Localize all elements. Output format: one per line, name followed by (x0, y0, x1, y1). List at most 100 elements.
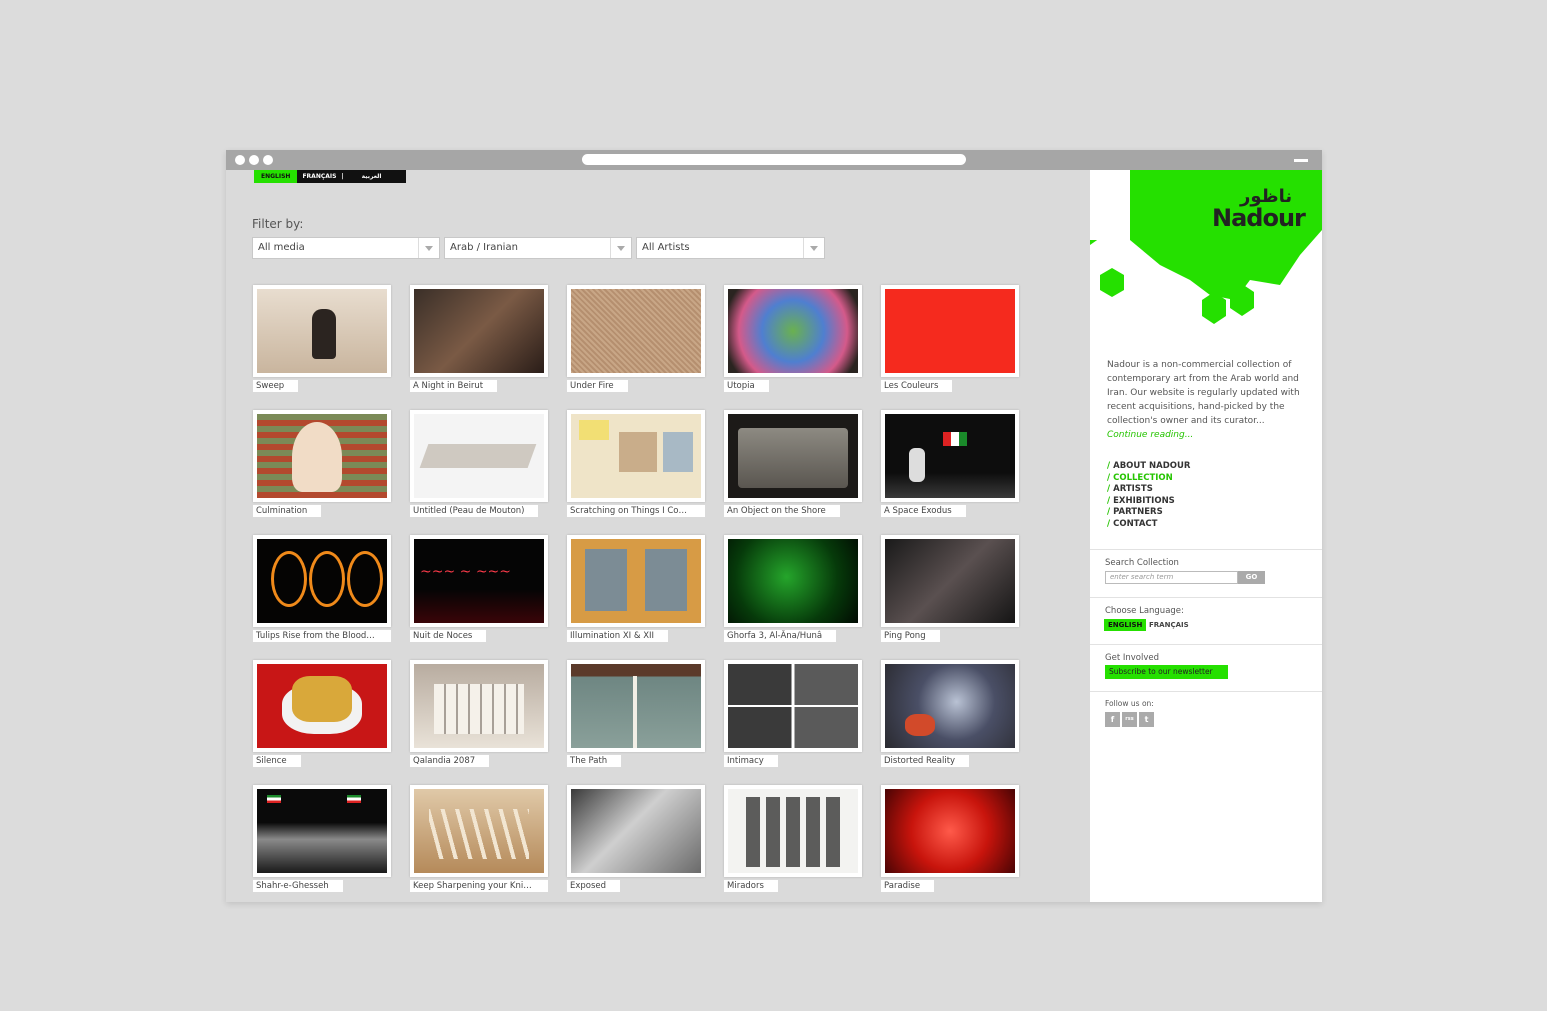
artwork-tile[interactable]: Paradise (881, 785, 1019, 896)
artwork-thumbnail[interactable] (567, 285, 705, 377)
artwork-thumbnail[interactable] (567, 410, 705, 502)
artwork-tile[interactable]: Intimacy (724, 660, 862, 771)
nav-item-contact[interactable]: / CONTACT (1107, 519, 1190, 531)
artwork-thumbnail[interactable] (253, 535, 391, 627)
artwork-caption[interactable]: Paradise (881, 880, 935, 892)
search-go-button[interactable]: GO (1238, 571, 1265, 584)
sidebar-lang-french[interactable]: FRANÇAIS (1145, 619, 1193, 631)
artwork-tile[interactable]: An Object on the Shore (724, 410, 862, 521)
logo-latin-text[interactable]: Nadour (1212, 204, 1306, 232)
artwork-caption[interactable]: Illumination XI & XII (567, 630, 669, 642)
nav-item-partners[interactable]: / PARTNERS (1107, 507, 1190, 519)
artwork-caption[interactable]: An Object on the Shore (724, 505, 840, 517)
artwork-tile[interactable]: Sweep (253, 285, 391, 396)
artwork-thumbnail[interactable] (724, 660, 862, 752)
region-filter-select[interactable]: Arab / Iranian (444, 237, 632, 259)
artwork-tile[interactable]: Miradors (724, 785, 862, 896)
sidebar-lang-english[interactable]: ENGLISH (1104, 619, 1147, 631)
media-filter-select[interactable]: All media (252, 237, 440, 259)
artwork-tile[interactable]: A Space Exodus (881, 410, 1019, 521)
lang-arabic-link[interactable]: العربية (344, 173, 387, 180)
window-minimize-dot[interactable] (249, 155, 259, 165)
artwork-thumbnail[interactable]: ~~~ ~ ~~~ (410, 535, 548, 627)
artwork-caption[interactable]: The Path (567, 755, 622, 767)
artwork-thumbnail[interactable] (253, 785, 391, 877)
artwork-tile[interactable]: Shahr-e-Ghesseh (253, 785, 391, 896)
artwork-tile[interactable]: Keep Sharpening your Knife an... (410, 785, 548, 896)
artwork-thumbnail[interactable] (567, 660, 705, 752)
window-close-dot[interactable] (235, 155, 245, 165)
nav-item-artists[interactable]: / ARTISTS (1107, 484, 1190, 496)
artwork-thumbnail[interactable] (724, 785, 862, 877)
artwork-caption[interactable]: Distorted Reality (881, 755, 970, 767)
address-bar[interactable] (582, 154, 966, 165)
lang-english-link[interactable]: ENGLISH (254, 170, 298, 183)
artwork-thumbnail[interactable] (410, 785, 548, 877)
twitter-icon[interactable]: t (1139, 712, 1154, 727)
artwork-caption[interactable]: Nuit de Noces (410, 630, 487, 642)
artwork-caption[interactable]: Keep Sharpening your Knife an... (410, 880, 548, 892)
artwork-tile[interactable]: Ping Pong (881, 535, 1019, 646)
artwork-caption[interactable]: Les Couleurs (881, 380, 953, 392)
artwork-caption[interactable]: A Space Exodus (881, 505, 966, 517)
artwork-tile[interactable]: Exposed (567, 785, 705, 896)
artwork-caption[interactable]: Under Fire (567, 380, 628, 392)
artwork-caption[interactable]: Scratching on Things I Could Di... (567, 505, 705, 517)
newsletter-button[interactable]: Subscribe to our newsletter (1105, 665, 1228, 679)
artwork-tile[interactable]: Qalandia 2087 (410, 660, 548, 771)
artwork-tile[interactable]: Culmination (253, 410, 391, 521)
artwork-thumbnail[interactable] (410, 285, 548, 377)
artwork-caption[interactable]: Ghorfa 3, Al-Âna/Hunâ (724, 630, 837, 642)
artwork-thumbnail[interactable] (881, 660, 1019, 752)
artwork-thumbnail[interactable] (253, 660, 391, 752)
artwork-thumbnail[interactable] (410, 660, 548, 752)
rss-icon[interactable]: rss (1122, 712, 1137, 727)
nav-item-about[interactable]: / ABOUT NADOUR (1107, 461, 1190, 473)
artwork-thumbnail[interactable] (253, 410, 391, 502)
artwork-thumbnail[interactable] (724, 285, 862, 377)
artwork-tile[interactable]: A Night in Beirut (410, 285, 548, 396)
artwork-caption[interactable]: A Night in Beirut (410, 380, 498, 392)
nav-item-exhibitions[interactable]: / EXHIBITIONS (1107, 496, 1190, 508)
artwork-tile[interactable]: Silence (253, 660, 391, 771)
artwork-thumbnail[interactable] (881, 410, 1019, 502)
continue-reading-link[interactable]: Continue reading... (1107, 428, 1303, 442)
lang-french-link[interactable]: FRANÇAIS (297, 173, 341, 180)
artwork-caption[interactable]: Ping Pong (881, 630, 940, 642)
artwork-tile[interactable]: Ghorfa 3, Al-Âna/Hunâ (724, 535, 862, 646)
artwork-thumbnail[interactable] (567, 785, 705, 877)
artwork-tile[interactable]: Scratching on Things I Could Di... (567, 410, 705, 521)
search-input[interactable]: enter search term (1105, 571, 1238, 584)
artwork-tile[interactable]: Les Couleurs (881, 285, 1019, 396)
facebook-icon[interactable]: f (1105, 712, 1120, 727)
artwork-caption[interactable]: Untitled (Peau de Mouton) (410, 505, 539, 517)
artwork-tile[interactable]: Tulips Rise from the Blood of t... (253, 535, 391, 646)
artwork-tile[interactable]: Untitled (Peau de Mouton) (410, 410, 548, 521)
artwork-caption[interactable]: Intimacy (724, 755, 778, 767)
artwork-thumbnail[interactable] (724, 410, 862, 502)
artwork-thumbnail[interactable] (881, 785, 1019, 877)
artwork-tile[interactable]: Distorted Reality (881, 660, 1019, 771)
artwork-thumbnail[interactable] (881, 535, 1019, 627)
artwork-tile[interactable]: Utopia (724, 285, 862, 396)
artwork-thumbnail[interactable] (253, 285, 391, 377)
artwork-thumbnail[interactable] (410, 410, 548, 502)
artwork-caption[interactable]: Exposed (567, 880, 621, 892)
artists-filter-select[interactable]: All Artists (636, 237, 825, 259)
artwork-thumbnail[interactable] (881, 285, 1019, 377)
artwork-caption[interactable]: Miradors (724, 880, 778, 892)
artwork-caption[interactable]: Silence (253, 755, 301, 767)
artwork-caption[interactable]: Shahr-e-Ghesseh (253, 880, 343, 892)
artwork-tile[interactable]: Illumination XI & XII (567, 535, 705, 646)
nav-item-collection[interactable]: / COLLECTION (1107, 473, 1190, 485)
artwork-tile[interactable]: The Path (567, 660, 705, 771)
artwork-caption[interactable]: Tulips Rise from the Blood of t... (253, 630, 391, 642)
minimize-icon[interactable] (1294, 159, 1308, 162)
window-zoom-dot[interactable] (263, 155, 273, 165)
artwork-caption[interactable]: Sweep (253, 380, 299, 392)
artwork-thumbnail[interactable] (567, 535, 705, 627)
artwork-thumbnail[interactable] (724, 535, 862, 627)
artwork-caption[interactable]: Culmination (253, 505, 322, 517)
artwork-tile[interactable]: Under Fire (567, 285, 705, 396)
artwork-caption[interactable]: Utopia (724, 380, 769, 392)
